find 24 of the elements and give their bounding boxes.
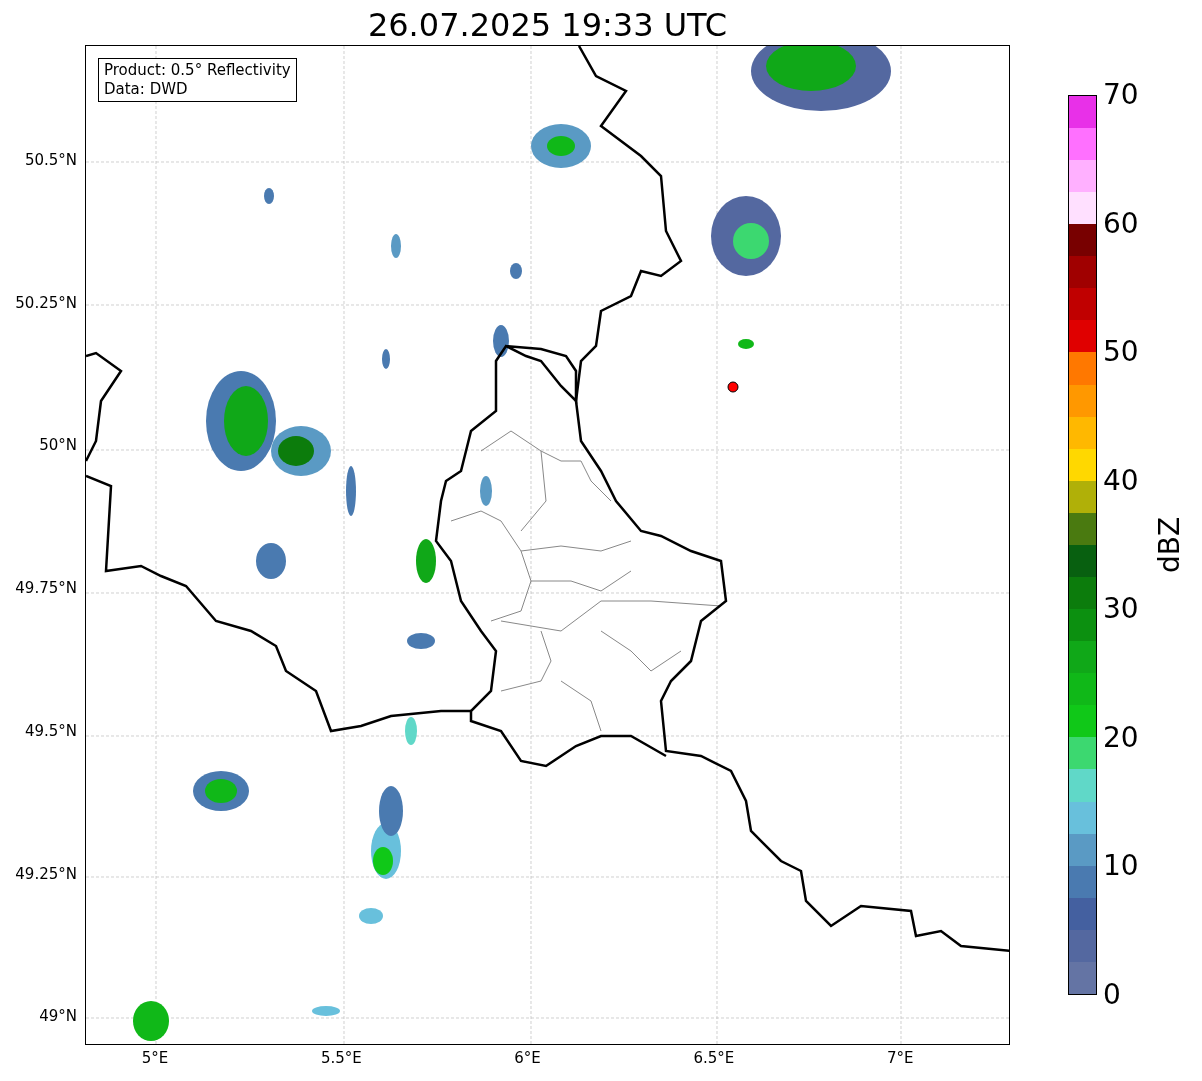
longitude-tick-label: 6°E <box>514 1051 541 1066</box>
latitude-tick-label: 50.5°N <box>24 153 77 168</box>
colorbar-label: dBZ <box>1156 516 1185 574</box>
colorbar-tick-label: 70 <box>1103 81 1139 109</box>
latitude-tick-label: 49.25°N <box>15 866 77 882</box>
latitude-tick-label: 49.75°N <box>15 581 77 597</box>
longitude-tick-label: 5°E <box>141 1051 169 1066</box>
colorbar-tick-label: 60 <box>1103 209 1139 238</box>
colorbar-tick-label: 40 <box>1103 466 1139 495</box>
colorbar-tick-label: 30 <box>1103 595 1139 624</box>
colorbar-tick-label: 50 <box>1103 338 1139 367</box>
latitude-tick-label: 49.5°N <box>24 723 77 739</box>
latitude-tick-label: 50°N <box>39 438 77 454</box>
latitude-tick-label: 50.25°N <box>15 295 77 311</box>
chart-title: 26.07.2025 19:33 UTC <box>367 9 728 45</box>
longitude-tick-label: 7°E <box>886 1051 914 1066</box>
longitude-tick-label: 5.5°E <box>320 1051 362 1066</box>
colorbar-tick-label: 20 <box>1103 723 1139 752</box>
colorbar-tick-label: 0 <box>1103 981 1121 1009</box>
colorbar-tick-label: 10 <box>1103 852 1139 881</box>
latitude-tick-label: 49°N <box>39 1009 77 1025</box>
longitude-tick-label: 6.5°E <box>693 1051 735 1066</box>
legend-text: Product: 0.5° Reflectivity <box>104 61 291 80</box>
legend-text: Data: DWD <box>104 80 189 99</box>
